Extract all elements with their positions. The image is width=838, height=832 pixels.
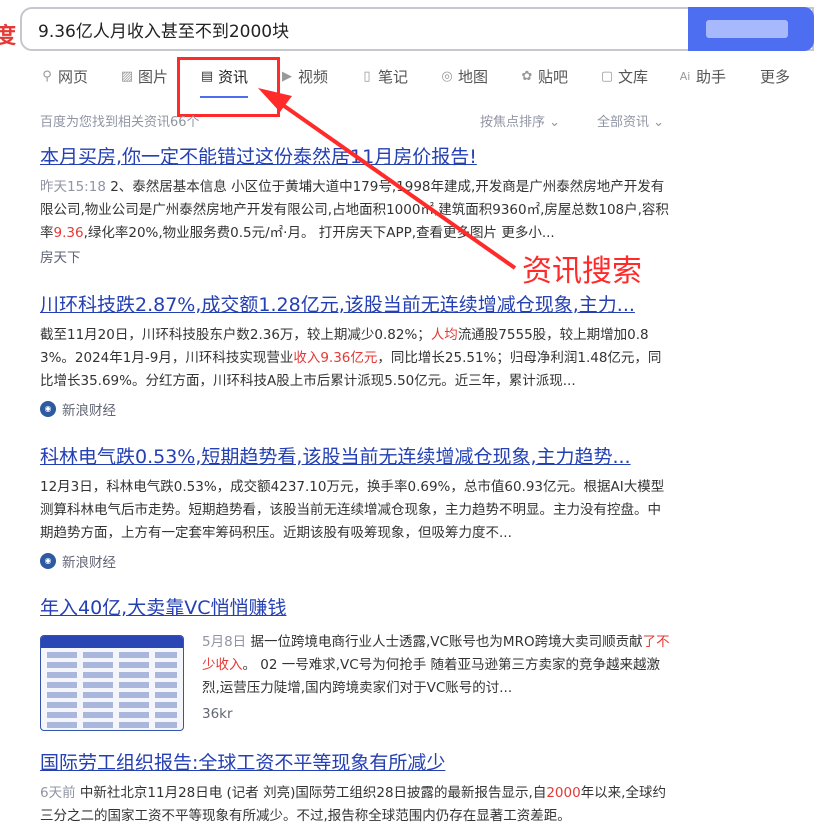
blurred-button-label (706, 20, 788, 38)
result-source[interactable]: ◉ 新浪财经 (40, 551, 672, 571)
sina-finance-logo-icon: ◉ (40, 553, 56, 569)
result-title-link[interactable]: 国际劳工组织报告:全球工资不平等现象有所减少 (40, 750, 672, 776)
document-icon: ▢ (600, 68, 614, 84)
result-date: 6天前 (40, 785, 76, 801)
chevron-down-icon: ⌄ (649, 115, 665, 130)
tab-wenku[interactable]: ▢ 文库 (600, 66, 648, 87)
search-button[interactable] (688, 7, 814, 51)
tab-images[interactable]: ▨ 图片 (120, 66, 168, 87)
tab-assistant[interactable]: Ai 助手 (678, 66, 726, 87)
search-box[interactable] (20, 7, 814, 51)
result-item: 年入40亿,大卖靠VC悄悄赚钱 5月8日 据一位跨境电商行业人士透露,VC账号也… (40, 595, 672, 735)
map-pin-icon: ◎ (441, 68, 453, 84)
result-source[interactable]: 36kr (202, 706, 672, 722)
annotation-highlight-box (177, 57, 280, 117)
tab-video[interactable]: ▶ 视频 (280, 66, 328, 87)
result-item: 国际劳工组织报告:全球工资不平等现象有所减少 6天前 中新社北京11月28日电 … (40, 750, 672, 828)
result-count: 百度为您找到相关资讯66个 (40, 115, 200, 130)
result-title-link[interactable]: 科林电气跌0.53%,短期趋势看,该股当前无连续增减仓现象,主力趋势... (40, 444, 672, 470)
tab-more[interactable]: 更多 (760, 66, 790, 87)
result-snippet: 截至11月20日，川环科技股东户数2.36万，较上期减少0.82%；人均流通股7… (40, 327, 662, 389)
annotation-label: 资讯搜索 (522, 254, 642, 289)
tab-web[interactable]: ⚲ 网页 (40, 66, 88, 87)
tab-map[interactable]: ◎ 地图 (440, 66, 488, 87)
result-snippet: 5月8日 据一位跨境电商行业人士透露,VC账号也为MRO跨境大卖司顺贡献了不少收… (202, 634, 670, 696)
result-title-link[interactable]: 年入40亿,大卖靠VC悄悄赚钱 (40, 595, 672, 621)
image-icon: ▨ (120, 68, 134, 84)
result-title-link[interactable]: 本月买房,你一定不能错过这份泰然居11月房价报告! (40, 144, 672, 170)
result-source[interactable]: ◉ 新浪财经 (40, 399, 672, 419)
chevron-down-icon: ⌄ (545, 115, 561, 130)
tab-notes[interactable]: ▯ 笔记 (360, 66, 408, 87)
result-snippet: 昨天15:18 2、泰然居基本信息 小区位于黄埔大道中179号,1998年建成,… (40, 179, 669, 241)
tab-tieba[interactable]: ✿ 贴吧 (520, 66, 568, 87)
search-input[interactable] (38, 9, 678, 49)
result-snippet: 12月3日，科林电气跌0.53%，成交额4237.10万元，换手率0.69%，总… (40, 479, 665, 541)
video-icon: ▶ (282, 68, 292, 84)
note-icon: ▯ (363, 68, 371, 84)
result-date: 5月8日 (202, 634, 247, 650)
result-title-link[interactable]: 川环科技跌2.87%,成交额1.28亿元,该股当前无连续增减仓现象,主力... (40, 292, 672, 318)
search-icon: ⚲ (42, 68, 52, 84)
edge-character: 度 (0, 24, 17, 49)
news-filter-dropdown[interactable]: 全部资讯 ⌄ (597, 111, 664, 130)
paw-icon: ✿ (521, 68, 533, 84)
result-item: 川环科技跌2.87%,成交额1.28亿元,该股当前无连续增减仓现象,主力... … (40, 292, 672, 419)
ai-icon: Ai (679, 69, 691, 83)
result-snippet: 6天前 中新社北京11月28日电 (记者 刘亮)国际劳工组织28日披露的最新报告… (40, 785, 666, 824)
result-item: 科林电气跌0.53%,短期趋势看,该股当前无连续增减仓现象,主力趋势... 12… (40, 444, 672, 571)
sort-focus-dropdown[interactable]: 按焦点排序 ⌄ (480, 111, 560, 130)
sina-finance-logo-icon: ◉ (40, 401, 56, 417)
result-date: 昨天15:18 (40, 179, 106, 195)
result-thumbnail[interactable] (40, 635, 184, 731)
